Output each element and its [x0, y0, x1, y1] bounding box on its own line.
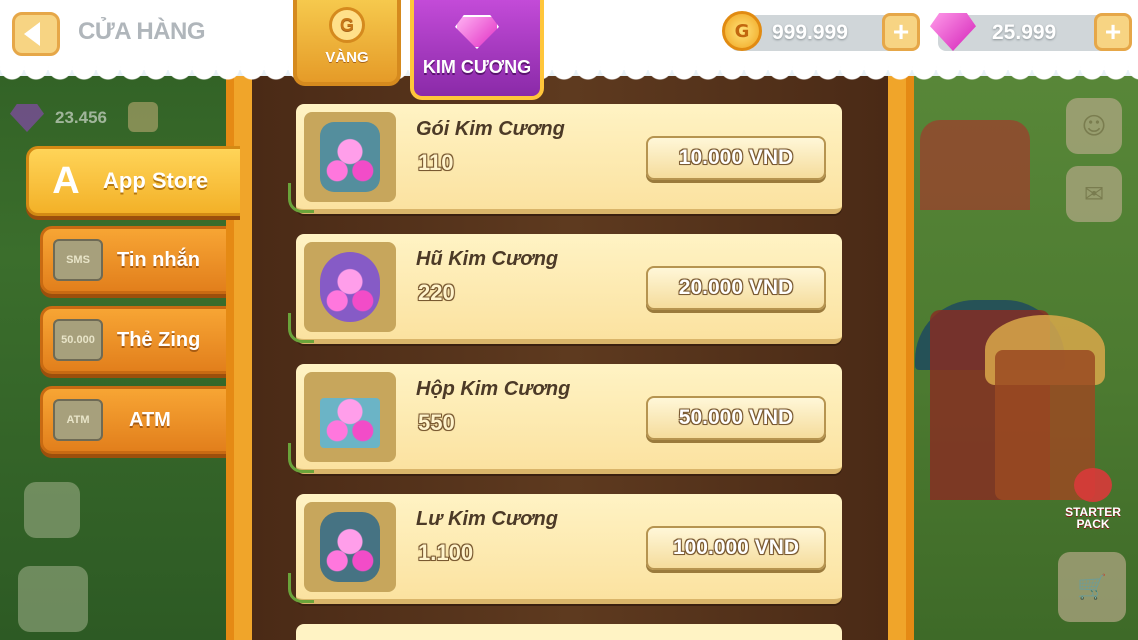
diamond-box-icon	[304, 372, 396, 462]
shop-item-card: Lư Kim Cương 1.100 100.000 VND	[288, 494, 842, 604]
buy-button[interactable]: 10.000 VND	[646, 136, 826, 180]
background-friends-button	[18, 566, 88, 632]
payment-tab-app-store[interactable]: A App Store	[26, 146, 240, 216]
item-quantity: 550	[418, 410, 455, 435]
diamond-urn-icon	[304, 502, 396, 592]
gem-balance-value: 25.999	[992, 21, 1057, 44]
payment-tab-atm[interactable]: ATM ATM	[40, 386, 226, 454]
background-cart-icon: 🛒	[1058, 552, 1126, 622]
diamond-icon	[455, 15, 499, 49]
gold-coin-icon: G	[722, 11, 762, 51]
item-name: Gói Kim Cương	[416, 118, 565, 140]
item-quantity: 110	[418, 150, 454, 175]
tab-gold[interactable]: G VÀNG	[293, 0, 401, 86]
payment-tab-label: ATM	[129, 408, 171, 431]
vine-decoration	[288, 573, 314, 603]
item-name: Hũ Kim Cương	[416, 248, 559, 270]
item-name: Hộp Kim Cương	[416, 378, 571, 400]
buy-button[interactable]: 20.000 VND	[646, 266, 826, 310]
shop-item-card: Gói Kim Cương 110 10.000 VND	[288, 104, 842, 214]
gold-balance-value: 999.999	[772, 21, 848, 44]
item-name: Lư Kim Cương	[416, 508, 558, 530]
shop-item-card-partial	[296, 624, 842, 640]
buy-button[interactable]: 100.000 VND	[646, 526, 826, 570]
diamond-bag-icon	[304, 112, 396, 202]
back-arrow-icon	[24, 22, 40, 46]
diamond-jar-icon	[304, 242, 396, 332]
background-chat-button	[24, 482, 80, 538]
payment-tab-label: Tin nhắn	[117, 248, 200, 271]
cloud-border	[0, 66, 1138, 84]
gold-coin-icon: G	[329, 7, 365, 43]
background-profile-button: ☺	[1066, 98, 1122, 154]
atm-card-icon: ATM	[53, 399, 103, 441]
add-gem-button[interactable]: +	[1094, 13, 1132, 51]
vine-decoration	[288, 313, 314, 343]
add-gold-button[interactable]: +	[882, 13, 920, 51]
starter-pack-label: STARTER PACK	[1065, 505, 1121, 531]
gold-balance: G 999.999 +	[722, 11, 920, 51]
background-plus-button	[128, 102, 158, 132]
item-quantity: 1.100	[418, 540, 474, 565]
buy-button[interactable]: 50.000 VND	[646, 396, 826, 440]
page-title: CỬA HÀNG	[78, 18, 206, 45]
background-gem-value: 23.456	[55, 108, 107, 127]
vine-decoration	[288, 443, 314, 473]
vine-decoration	[288, 183, 314, 213]
starter-pack-icon	[1074, 468, 1112, 502]
payment-tab-sms[interactable]: SMS Tin nhắn	[40, 226, 226, 294]
shop-item-card: Hộp Kim Cương 550 50.000 VND	[288, 364, 842, 474]
payment-tab-label: Thẻ Zing	[117, 328, 201, 351]
payment-tab-zing-card[interactable]: 50.000 Thẻ Zing	[40, 306, 226, 374]
shop-item-card: Hũ Kim Cương 220 20.000 VND	[288, 234, 842, 344]
back-button[interactable]	[12, 12, 60, 56]
gem-balance: 25.999 +	[930, 13, 1132, 51]
tab-diamond[interactable]: KIM CƯƠNG	[410, 0, 544, 100]
tab-label: KIM CƯƠNG	[422, 57, 532, 77]
app-store-icon: A	[52, 159, 80, 202]
item-quantity: 220	[418, 280, 455, 305]
sms-phone-icon: SMS	[53, 239, 103, 281]
background-house	[920, 120, 1030, 210]
zing-card-icon: 50.000	[53, 319, 103, 361]
background-mail-icon: ✉	[1066, 166, 1122, 222]
payment-tab-label: App Store	[103, 168, 209, 193]
background-starter-pack: STARTER PACK	[1058, 468, 1128, 530]
tab-label: VÀNG	[325, 49, 369, 66]
